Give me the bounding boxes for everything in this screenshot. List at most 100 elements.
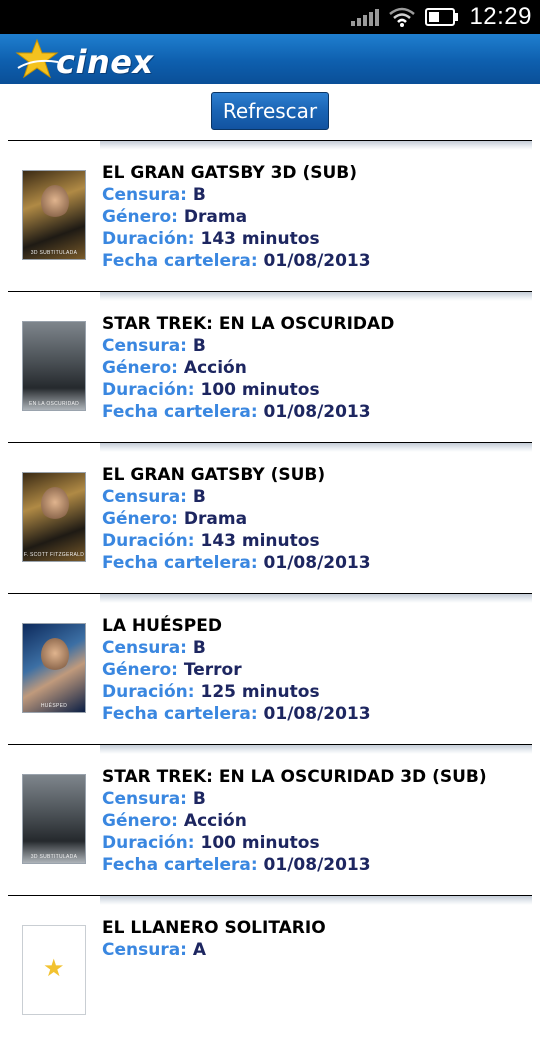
genero-value: Acción	[183, 811, 247, 831]
star-icon	[14, 38, 60, 85]
genero-label: Género:	[102, 207, 178, 227]
duracion-row: Duración: 125 minutos	[102, 681, 532, 703]
duracion-value: 143 minutos	[200, 531, 320, 551]
cinex-logo[interactable]: cinex	[14, 38, 154, 85]
movie-info: EL GRAN GATSBY (SUB) Censura: B Género: …	[102, 464, 532, 574]
censura-row: Censura: B	[102, 335, 532, 357]
movie-poster: 3D SUBTITULADA	[22, 170, 86, 260]
fecha-row: Fecha cartelera: 01/08/2013	[102, 250, 532, 272]
movie-title: EL GRAN GATSBY 3D (SUB)	[102, 163, 357, 183]
genero-label: Género:	[102, 660, 178, 680]
fecha-value: 01/08/2013	[263, 553, 371, 573]
censura-label: Censura:	[102, 487, 187, 507]
signal-icon	[351, 8, 380, 26]
movie-info: EL LLANERO SOLITARIO Censura: A	[102, 917, 532, 961]
duracion-value: 100 minutos	[200, 833, 320, 853]
movie-title: LA HUÉSPED	[102, 616, 222, 636]
fecha-label: Fecha cartelera:	[102, 553, 258, 573]
divider-shade	[100, 141, 532, 150]
movie-poster: HUÉSPED	[22, 623, 86, 713]
genero-row: Género: Drama	[102, 206, 532, 228]
list-item[interactable]: ★ EL LLANERO SOLITARIO Censura: A	[0, 895, 540, 1046]
status-clock: 12:29	[469, 3, 532, 30]
fecha-label: Fecha cartelera:	[102, 402, 258, 422]
movie-info: LA HUÉSPED Censura: B Género: Terror Dur…	[102, 615, 532, 725]
movie-poster: EN LA OSCURIDAD	[22, 321, 86, 411]
censura-label: Censura:	[102, 638, 187, 658]
list-item[interactable]: 3D SUBTITULADA EL GRAN GATSBY 3D (SUB) C…	[0, 140, 540, 291]
refresh-button[interactable]: Refrescar	[211, 92, 329, 130]
genero-label: Género:	[102, 509, 178, 529]
censura-value: B	[192, 638, 206, 658]
censura-value: B	[192, 185, 206, 205]
censura-value: B	[192, 487, 206, 507]
genero-row: Género: Drama	[102, 508, 532, 530]
movie-info: STAR TREK: EN LA OSCURIDAD Censura: B Gé…	[102, 313, 532, 423]
genero-value: Drama	[183, 207, 248, 227]
genero-label: Género:	[102, 811, 178, 831]
poster-caption: F. SCOTT FITZGERALD	[23, 552, 85, 558]
fecha-value: 01/08/2013	[263, 855, 371, 875]
battery-icon	[425, 8, 459, 26]
poster-caption: 3D SUBTITULADA	[30, 250, 78, 256]
censura-label: Censura:	[102, 940, 187, 960]
movie-poster: ★	[22, 925, 86, 1015]
censura-value: B	[192, 789, 206, 809]
wifi-icon	[389, 7, 416, 27]
divider-shade	[100, 896, 532, 905]
movie-info: STAR TREK: EN LA OSCURIDAD 3D (SUB) Cens…	[102, 766, 532, 876]
censura-row: Censura: B	[102, 637, 532, 659]
fecha-row: Fecha cartelera: 01/08/2013	[102, 401, 532, 423]
duracion-value: 125 minutos	[200, 682, 320, 702]
list-item[interactable]: 3D SUBTITULADA STAR TREK: EN LA OSCURIDA…	[0, 744, 540, 895]
poster-caption: HUÉSPED	[40, 703, 68, 709]
fecha-value: 01/08/2013	[263, 704, 371, 724]
censura-value: A	[192, 940, 207, 960]
star-icon: ★	[43, 955, 65, 982]
duracion-row: Duración: 100 minutos	[102, 832, 532, 854]
duracion-row: Duración: 143 minutos	[102, 228, 532, 250]
censura-value: B	[192, 336, 206, 356]
fecha-label: Fecha cartelera:	[102, 251, 258, 271]
movie-info: EL GRAN GATSBY 3D (SUB) Censura: B Géner…	[102, 162, 532, 272]
movie-poster: F. SCOTT FITZGERALD	[22, 472, 86, 562]
genero-value: Acción	[183, 358, 247, 378]
list-item[interactable]: HUÉSPED LA HUÉSPED Censura: B Género: Te…	[0, 593, 540, 744]
status-bar: 12:29	[0, 0, 540, 34]
duracion-label: Duración:	[102, 682, 195, 702]
divider-shade	[100, 292, 532, 301]
duracion-label: Duración:	[102, 229, 195, 249]
duracion-label: Duración:	[102, 380, 195, 400]
app-header: cinex	[0, 34, 540, 84]
fecha-row: Fecha cartelera: 01/08/2013	[102, 854, 532, 876]
fecha-value: 01/08/2013	[263, 251, 371, 271]
fecha-label: Fecha cartelera:	[102, 855, 258, 875]
movie-poster: 3D SUBTITULADA	[22, 774, 86, 864]
movie-list: 3D SUBTITULADA EL GRAN GATSBY 3D (SUB) C…	[0, 140, 540, 1046]
list-item[interactable]: F. SCOTT FITZGERALD EL GRAN GATSBY (SUB)…	[0, 442, 540, 593]
genero-value: Drama	[183, 509, 248, 529]
duracion-value: 143 minutos	[200, 229, 320, 249]
divider-shade	[100, 594, 532, 603]
censura-label: Censura:	[102, 336, 187, 356]
duracion-row: Duración: 143 minutos	[102, 530, 532, 552]
duracion-label: Duración:	[102, 531, 195, 551]
movie-title: STAR TREK: EN LA OSCURIDAD	[102, 314, 395, 334]
poster-caption: EN LA OSCURIDAD	[28, 401, 80, 407]
list-item[interactable]: EN LA OSCURIDAD STAR TREK: EN LA OSCURID…	[0, 291, 540, 442]
duracion-label: Duración:	[102, 833, 195, 853]
censura-row: Censura: B	[102, 486, 532, 508]
censura-row: Censura: B	[102, 788, 532, 810]
movie-title: EL LLANERO SOLITARIO	[102, 918, 326, 938]
censura-row: Censura: B	[102, 184, 532, 206]
movie-title: EL GRAN GATSBY (SUB)	[102, 465, 326, 485]
fecha-label: Fecha cartelera:	[102, 704, 258, 724]
fecha-value: 01/08/2013	[263, 402, 371, 422]
duracion-value: 100 minutos	[200, 380, 320, 400]
genero-row: Género: Acción	[102, 810, 532, 832]
censura-label: Censura:	[102, 789, 187, 809]
censura-row: Censura: A	[102, 939, 532, 961]
divider-shade	[100, 443, 532, 452]
logo-text: cinex	[56, 42, 154, 81]
poster-caption: 3D SUBTITULADA	[30, 854, 78, 860]
